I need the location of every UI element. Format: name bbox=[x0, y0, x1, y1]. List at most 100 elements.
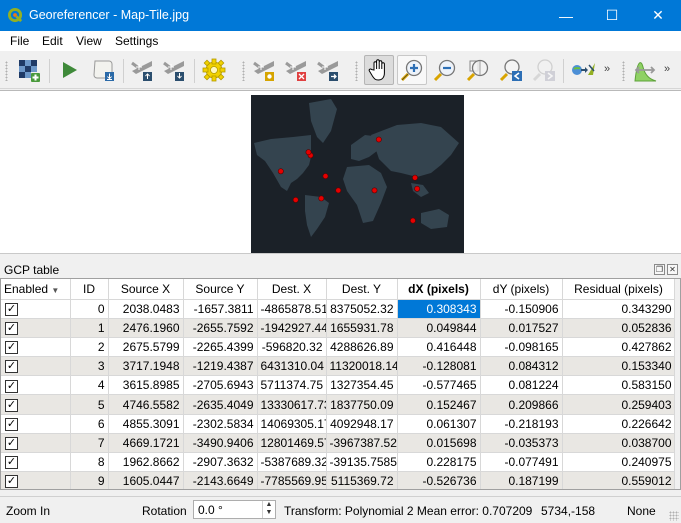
cell-enabled[interactable]: ✓ bbox=[1, 433, 71, 454]
gcp-marker[interactable] bbox=[305, 149, 312, 156]
cell-source-y[interactable]: -2265.4399 bbox=[183, 337, 258, 358]
cell-dest-x[interactable]: 6431310.04 bbox=[257, 356, 327, 377]
transformation-settings-button[interactable] bbox=[199, 55, 229, 85]
column-header-residual[interactable]: Residual (pixels) bbox=[562, 279, 676, 300]
cell-source-x[interactable]: 2476.1960 bbox=[108, 318, 184, 338]
menu-view[interactable]: View bbox=[76, 34, 102, 48]
cell-dest-y[interactable]: 1655931.78 bbox=[326, 318, 398, 338]
cell-dy[interactable]: 0.081224 bbox=[480, 375, 563, 396]
cell-source-x[interactable]: 3615.8985 bbox=[108, 375, 184, 396]
toolbar-overflow-button[interactable]: » bbox=[604, 63, 610, 75]
cell-enabled[interactable]: ✓ bbox=[1, 375, 71, 396]
cell-source-y[interactable]: -2655.7592 bbox=[183, 318, 258, 338]
cell-source-y[interactable]: -1219.4387 bbox=[183, 356, 258, 377]
cell-dest-y[interactable]: 1837750.09 bbox=[326, 394, 398, 415]
cell-source-x[interactable]: 2675.5799 bbox=[108, 337, 184, 358]
cell-id[interactable]: 0 bbox=[70, 299, 109, 319]
table-row[interactable]: ✓ 2 2675.5799 -2265.4399 -596820.32 4288626.8… bbox=[1, 337, 676, 358]
gcp-marker[interactable] bbox=[412, 174, 418, 181]
toolbar-overflow-button-2[interactable]: » bbox=[664, 63, 670, 75]
generate-gdal-script-button[interactable] bbox=[89, 55, 119, 85]
rotation-spinner[interactable]: ▲ ▼ bbox=[262, 501, 275, 518]
table-row[interactable]: ✓ 1 2476.1960 -2655.7592 -1942927.44 1655931.… bbox=[1, 318, 676, 338]
cell-enabled[interactable]: ✓ bbox=[1, 318, 71, 338]
toolbar-grip[interactable] bbox=[355, 61, 358, 81]
move-gcp-point-button[interactable] bbox=[314, 55, 344, 85]
cell-dx[interactable]: -0.128081 bbox=[397, 356, 481, 377]
cell-source-y[interactable]: -2302.5834 bbox=[183, 414, 258, 434]
zoom-out-button[interactable] bbox=[430, 55, 460, 85]
zoom-in-button[interactable] bbox=[397, 55, 427, 85]
cell-dest-y[interactable]: -3967387.52 bbox=[326, 433, 398, 454]
cell-dest-x[interactable]: 13330617.73 bbox=[257, 394, 327, 415]
cell-source-y[interactable]: -2907.3632 bbox=[183, 452, 258, 473]
table-row[interactable]: ✓ 9 1605.0447 -2143.6649 -7785569.95 5115369.… bbox=[1, 471, 676, 489]
gcp-marker[interactable] bbox=[335, 187, 342, 194]
table-row[interactable]: ✓ 4 3615.8985 -2705.6943 5711374.75 1327354.4… bbox=[1, 375, 676, 396]
cell-dest-y[interactable]: 4092948.17 bbox=[326, 414, 398, 434]
cell-residual[interactable]: 0.583150 bbox=[562, 375, 676, 396]
cell-id[interactable]: 7 bbox=[70, 433, 109, 454]
gcp-marker[interactable] bbox=[322, 173, 329, 179]
cell-id[interactable]: 3 bbox=[70, 356, 109, 377]
column-header-id[interactable]: ID bbox=[70, 279, 109, 300]
delete-point-button[interactable] bbox=[282, 55, 312, 85]
cell-enabled[interactable]: ✓ bbox=[1, 414, 71, 434]
enabled-checkbox[interactable]: ✓ bbox=[5, 360, 18, 374]
enabled-checkbox[interactable]: ✓ bbox=[5, 417, 18, 431]
cell-source-x[interactable]: 4855.3091 bbox=[108, 414, 184, 434]
close-button[interactable]: ✕ bbox=[635, 0, 681, 31]
close-dock-button[interactable]: ✕ bbox=[667, 264, 678, 275]
menu-edit[interactable]: Edit bbox=[42, 34, 63, 48]
cell-enabled[interactable]: ✓ bbox=[1, 337, 71, 358]
column-header-source-y[interactable]: Source Y bbox=[183, 279, 258, 300]
cell-source-x[interactable]: 4669.1721 bbox=[108, 433, 184, 454]
cell-dx[interactable]: 0.416448 bbox=[397, 337, 481, 358]
table-row[interactable]: ✓ 5 4746.5582 -2635.4049 13330617.73 1837750.… bbox=[1, 394, 676, 415]
menu-file[interactable]: File bbox=[10, 34, 29, 48]
cell-source-y[interactable]: -2143.6649 bbox=[183, 471, 258, 489]
enabled-checkbox[interactable]: ✓ bbox=[5, 321, 18, 335]
cell-dest-y[interactable]: 5115369.72 bbox=[326, 471, 398, 489]
size-grip[interactable] bbox=[669, 511, 679, 521]
cell-dy[interactable]: 0.084312 bbox=[480, 356, 563, 377]
cell-source-x[interactable]: 3717.1948 bbox=[108, 356, 184, 377]
cell-dest-y[interactable]: 8375052.32 bbox=[326, 299, 398, 319]
open-raster-button[interactable] bbox=[14, 55, 44, 85]
cell-dest-x[interactable]: -7785569.95 bbox=[257, 471, 327, 489]
cell-enabled[interactable]: ✓ bbox=[1, 452, 71, 473]
cell-dest-x[interactable]: 12801469.57 bbox=[257, 433, 327, 454]
cell-id[interactable]: 2 bbox=[70, 337, 109, 358]
cell-dest-x[interactable]: 5711374.75 bbox=[257, 375, 327, 396]
cell-enabled[interactable]: ✓ bbox=[1, 356, 71, 377]
cell-dx[interactable]: -0.577465 bbox=[397, 375, 481, 396]
histogram-stretch-button[interactable] bbox=[630, 55, 660, 85]
table-vertical-scrollbar[interactable] bbox=[674, 279, 680, 489]
enabled-checkbox[interactable]: ✓ bbox=[5, 475, 18, 489]
cell-source-y[interactable]: -3490.9406 bbox=[183, 433, 258, 454]
cell-dx[interactable]: 0.049844 bbox=[397, 318, 481, 338]
cell-dest-x[interactable]: -4865878.51 bbox=[257, 299, 327, 319]
gcp-table[interactable]: Enabled ▼ ID Source X Source Y Dest. X D… bbox=[0, 278, 681, 490]
column-header-source-x[interactable]: Source X bbox=[108, 279, 184, 300]
cell-dy[interactable]: 0.209866 bbox=[480, 394, 563, 415]
start-georeferencing-button[interactable] bbox=[54, 55, 84, 85]
cell-residual[interactable]: 0.427862 bbox=[562, 337, 676, 358]
cell-source-y[interactable]: -1657.3811 bbox=[183, 299, 258, 319]
cell-dest-x[interactable]: -596820.32 bbox=[257, 337, 327, 358]
cell-dy[interactable]: -0.077491 bbox=[480, 452, 563, 473]
column-header-dx[interactable]: dX (pixels) bbox=[397, 279, 481, 300]
toolbar-grip[interactable] bbox=[5, 61, 8, 81]
zoom-next-button[interactable] bbox=[529, 55, 559, 85]
cell-dest-x[interactable]: 14069305.17 bbox=[257, 414, 327, 434]
enabled-checkbox[interactable]: ✓ bbox=[5, 302, 18, 316]
cell-id[interactable]: 8 bbox=[70, 452, 109, 473]
toolbar-grip[interactable] bbox=[242, 61, 245, 81]
column-header-dest-y[interactable]: Dest. Y bbox=[326, 279, 398, 300]
float-dock-button[interactable]: ❐ bbox=[654, 264, 665, 275]
cell-residual[interactable]: 0.052836 bbox=[562, 318, 676, 338]
cell-id[interactable]: 1 bbox=[70, 318, 109, 338]
cell-id[interactable]: 4 bbox=[70, 375, 109, 396]
cell-residual[interactable]: 0.038700 bbox=[562, 433, 676, 454]
enabled-checkbox[interactable]: ✓ bbox=[5, 437, 18, 451]
